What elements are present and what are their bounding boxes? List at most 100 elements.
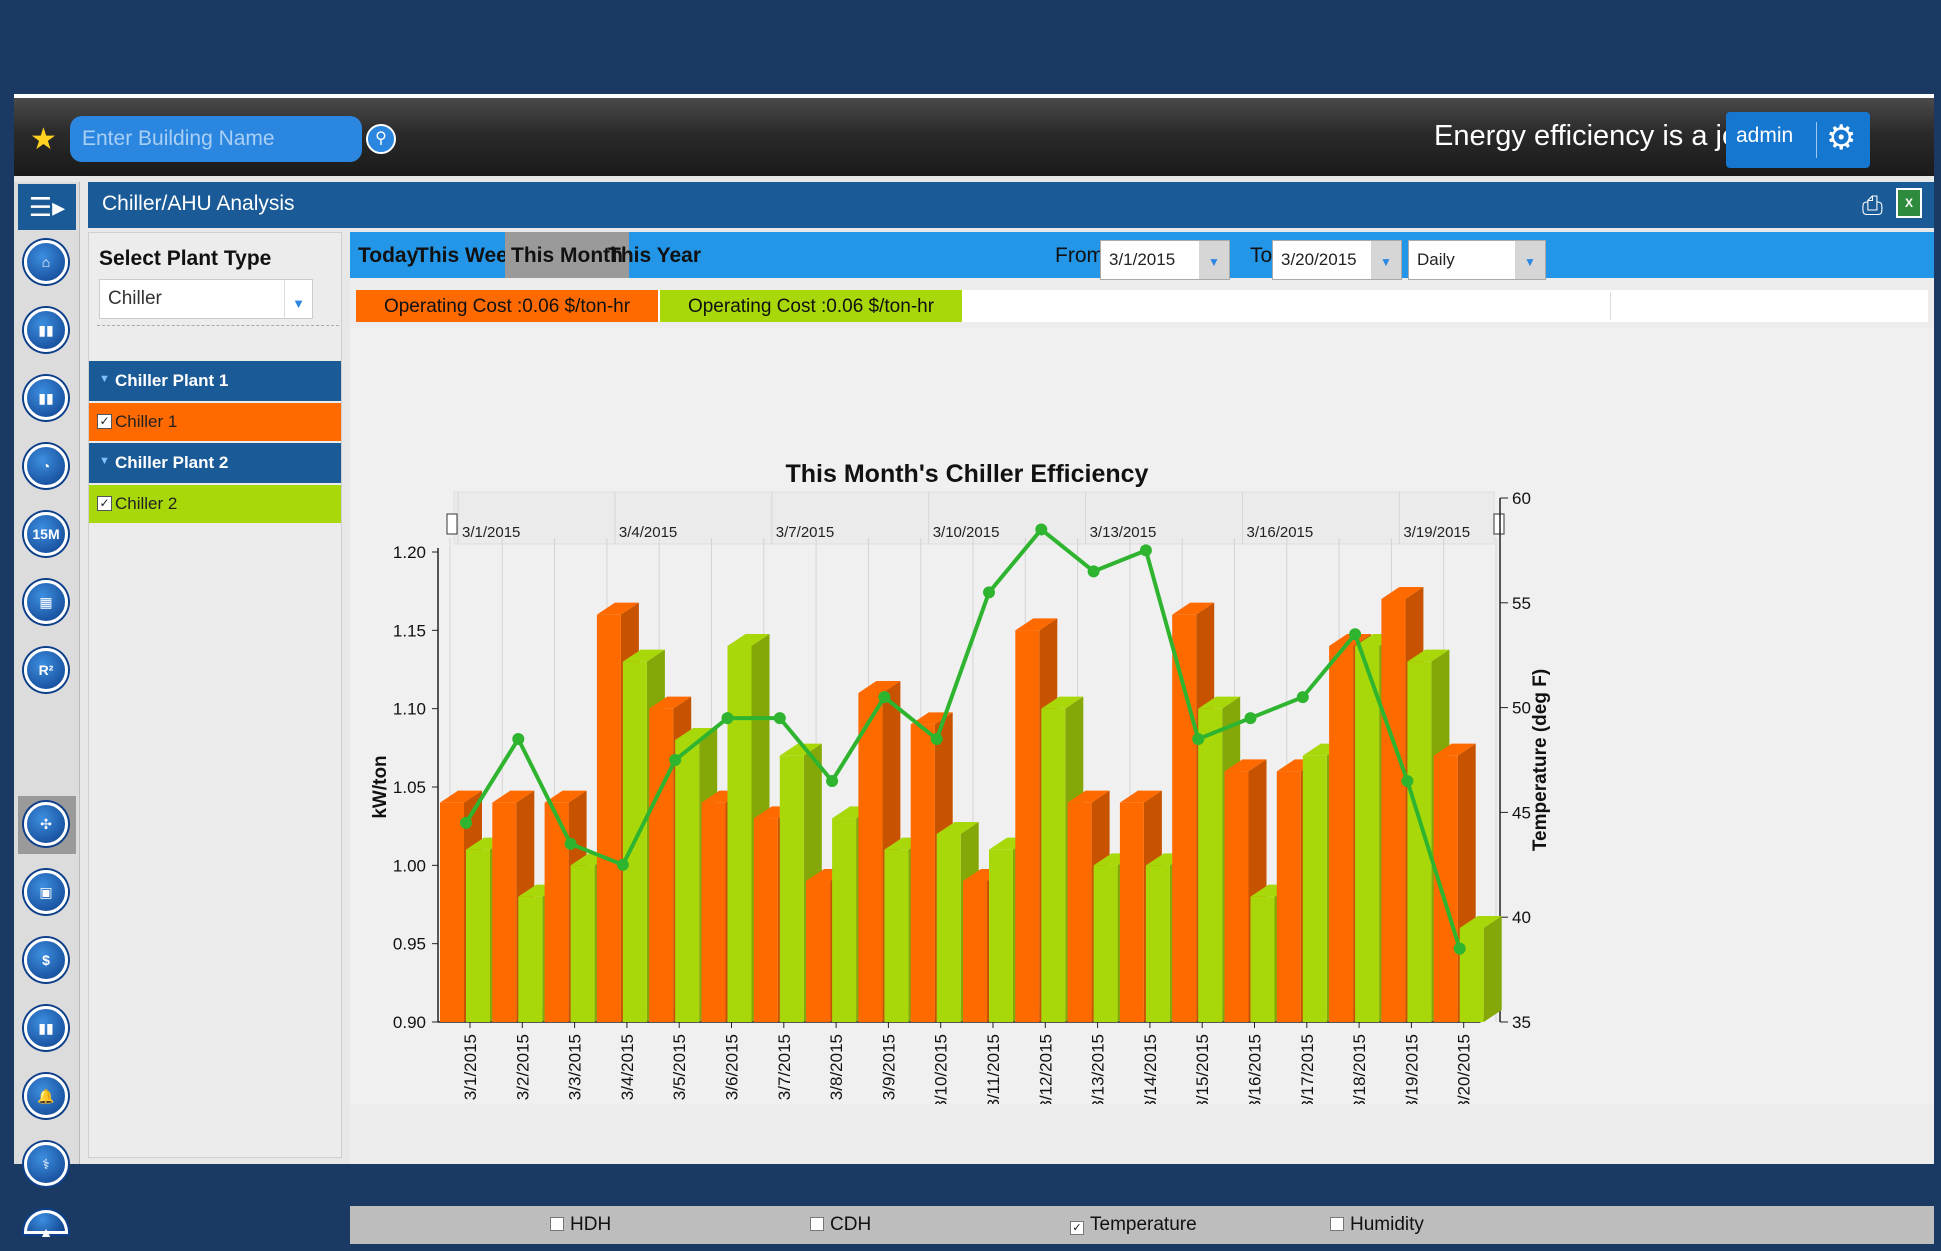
chiller-item-2[interactable]: ✓ Chiller 2 (89, 485, 341, 523)
to-label: To (1250, 244, 1273, 267)
to-date-picker[interactable]: 3/20/2015 ▼ (1272, 240, 1402, 280)
gear-icon[interactable]: ⚙ (1826, 118, 1856, 158)
legend-cdh[interactable]: CDH (810, 1214, 871, 1236)
panel-title: Chiller/AHU Analysis (102, 192, 295, 215)
legend-checkbox[interactable] (1330, 1217, 1344, 1231)
temperature-point (1453, 942, 1466, 955)
navigator-label: 3/19/2015 (1403, 524, 1470, 541)
chart-area: This Month's Chiller Efficiency 3/1/2015 3… (350, 328, 1934, 1104)
temperature-point (1296, 691, 1309, 704)
bar (466, 849, 490, 1022)
calendar-icon[interactable]: ▦ (24, 580, 68, 624)
bar (1067, 802, 1092, 1022)
legend-checkbox[interactable]: ✓ (1070, 1221, 1084, 1235)
x-tick-label: 3/14/2015 (1141, 1034, 1160, 1104)
bar (884, 849, 909, 1022)
x-tick-label: 3/4/2015 (618, 1034, 637, 1100)
interval-select[interactable]: Daily ▼ (1408, 240, 1546, 280)
legend-label: CDH (830, 1214, 872, 1235)
cost-chiller-1: Operating Cost :0.06 $/ton-hr (356, 290, 658, 322)
temperature-point (564, 837, 577, 850)
plant-group-2[interactable]: ▼ Chiller Plant 2 (89, 443, 341, 483)
bar (779, 755, 804, 1022)
multi-chart-icon[interactable]: ▮▮ (24, 376, 68, 420)
stethoscope-icon[interactable]: ⚕ (24, 1142, 68, 1186)
bar (596, 614, 621, 1022)
y2-tick-label: 40 (1512, 908, 1531, 927)
bar (440, 802, 464, 1022)
y2-tick-label: 55 (1512, 594, 1531, 613)
temperature-point (1192, 733, 1205, 746)
pie-chart-icon[interactable]: ◔ (24, 444, 68, 488)
chevron-down-icon[interactable]: ▼ (1371, 241, 1401, 279)
excel-export-icon[interactable]: X (1896, 188, 1922, 218)
plant-type-select[interactable]: Chiller ▼ (99, 279, 313, 319)
cost-icon[interactable]: $ (24, 938, 68, 982)
y2-tick-label: 60 (1512, 489, 1531, 508)
cost-divider (1610, 292, 1611, 320)
x-tick-label: 3/19/2015 (1402, 1034, 1421, 1104)
favorite-star-icon[interactable]: ★ (30, 122, 57, 157)
y-tick-label: 1.15 (393, 621, 426, 640)
navigator-handle-right (1493, 513, 1505, 535)
y2-tick-label: 35 (1512, 1013, 1531, 1032)
bar (1172, 614, 1197, 1022)
fan-icon[interactable]: ✣ (24, 802, 68, 846)
bar (910, 724, 935, 1022)
from-date-picker[interactable]: 3/1/2015 ▼ (1100, 240, 1230, 280)
plant-group-label: Chiller Plant 2 (115, 453, 229, 472)
home-icon[interactable]: ⌂ (24, 240, 68, 284)
legend-temperature[interactable]: ✓ Temperature (1070, 1214, 1197, 1236)
chevron-down-icon[interactable]: ▼ (1515, 241, 1545, 279)
legend-humidity[interactable]: Humidity (1330, 1214, 1424, 1236)
plant-group-1[interactable]: ▼ Chiller Plant 1 (89, 361, 341, 401)
r-squared-icon[interactable]: R² (24, 648, 68, 692)
bar (1329, 646, 1354, 1022)
benchmark-icon[interactable]: ▮▮ (24, 1006, 68, 1050)
temperature-point (460, 816, 472, 829)
bar-side (1483, 916, 1502, 1022)
chiller-item-1[interactable]: ✓ Chiller 1 (89, 403, 341, 441)
chiller-checkbox[interactable]: ✓ (97, 496, 112, 511)
print-icon[interactable]: ⎙ (1862, 190, 1883, 222)
bar (727, 646, 752, 1022)
bar-chart-icon[interactable]: ▮▮ (24, 308, 68, 352)
interval-value: Daily (1417, 250, 1455, 269)
fifteen-minute-icon[interactable]: 15M (24, 512, 68, 556)
chart-title: This Month's Chiller Efficiency (786, 460, 1149, 488)
chevron-down-icon[interactable]: ▼ (284, 280, 312, 318)
y-tick-label: 1.05 (393, 778, 426, 797)
bar (1381, 599, 1406, 1022)
navigator-label: 3/1/2015 (462, 524, 520, 541)
bar (1041, 708, 1066, 1022)
bar (1015, 630, 1040, 1022)
temperature-point (721, 712, 734, 725)
menu-toggle-icon[interactable]: ☰▸ (18, 184, 76, 230)
plant-type-value: Chiller (108, 288, 162, 309)
building-search-input[interactable] (70, 116, 362, 162)
bar (858, 693, 883, 1022)
search-icon[interactable]: ⚲ (366, 124, 396, 154)
y2-tick-label: 45 (1512, 803, 1531, 822)
legend-checkbox[interactable] (810, 1217, 824, 1231)
chevron-down-icon[interactable]: ▼ (1199, 241, 1229, 279)
upload-icon[interactable]: ▲ (24, 1210, 68, 1240)
user-menu[interactable]: admin ⚙ (1726, 112, 1870, 168)
collapse-arrow-icon[interactable]: ▼ (99, 373, 110, 385)
x-tick-label: 3/5/2015 (670, 1034, 689, 1100)
bar (649, 708, 674, 1022)
alarm-icon[interactable]: 🔔 (24, 1074, 68, 1118)
navigator-label: 3/4/2015 (619, 524, 677, 541)
legend-checkbox[interactable] (550, 1217, 564, 1231)
chiller-checkbox[interactable]: ✓ (97, 414, 112, 429)
legend-hdh[interactable]: HDH (550, 1214, 611, 1236)
y-tick-label: 1.20 (393, 543, 426, 562)
username-label[interactable]: admin (1736, 124, 1793, 148)
report-icon[interactable]: ▣ (24, 870, 68, 914)
range-this-year[interactable]: This Year (602, 232, 707, 278)
collapse-arrow-icon[interactable]: ▼ (99, 455, 110, 467)
legend-label: HDH (570, 1214, 612, 1235)
app-frame: ★ ⚲ Energy efficiency is a jou admin ⚙ ☰… (14, 94, 1934, 1244)
temperature-point (930, 733, 943, 746)
bar (753, 818, 778, 1022)
